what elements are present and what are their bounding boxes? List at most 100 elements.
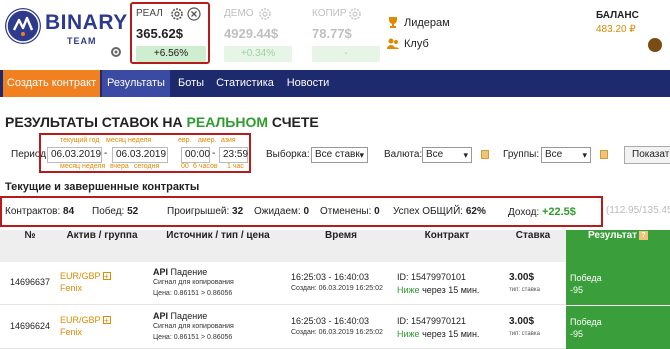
account-name: ДЕМО [224, 8, 254, 19]
col-result[interactable]: Результат? [566, 230, 670, 262]
row-contract-id: ID: 15479970101 [397, 272, 467, 282]
stat-income-breakdown: (112.95/135.45) [606, 205, 670, 216]
avatar-icon[interactable] [648, 38, 662, 52]
balance-label: БАЛАНС [596, 10, 639, 21]
row-contract-term: Ниже через 15 мин. [397, 285, 479, 295]
col-asset[interactable]: Актив / группа [52, 230, 152, 262]
row-group[interactable]: Fenix [60, 283, 82, 293]
date-to-input[interactable]: 06.03.2019 [112, 147, 168, 163]
balance-value: 483.20 ₽ [596, 24, 636, 35]
groups-select[interactable]: Все [541, 147, 591, 163]
account-balance: 365.62$ [136, 26, 183, 41]
row-price: Цена: 0.86151 > 0.86056 [153, 334, 233, 341]
date-from-input[interactable]: 06.03.2019 [47, 147, 102, 163]
result-label: Победа [570, 317, 602, 327]
quick-month[interactable]: месяц [106, 137, 126, 144]
sample-select[interactable]: Все ставк [311, 147, 368, 163]
table-row[interactable]: 14696637 EUR/GBP + Fenix API Падение Сигн… [0, 262, 670, 305]
quick-last-week[interactable]: неделя [82, 163, 105, 170]
nav-statistics[interactable]: Статистика [214, 70, 276, 97]
row-signal: Сигнал для копирования [153, 323, 234, 330]
account-change: - [312, 46, 380, 62]
row-contract-term: Ниже через 15 мин. [397, 329, 479, 339]
gear-icon[interactable] [170, 7, 184, 21]
quick-week[interactable]: неделя [128, 137, 151, 144]
account-demo[interactable]: ДЕМО 4929.44$ +0.34% [218, 4, 298, 62]
account-copy[interactable]: КОПИР 78.77$ - [306, 4, 386, 62]
nav-results[interactable]: Результаты [102, 70, 170, 97]
asset-name: EUR/GBP [60, 271, 101, 281]
row-created: Создан: 06.03.2019 16:25:02 [291, 329, 383, 336]
calendar-icon[interactable] [481, 150, 489, 159]
row-signal: Сигнал для копирования [153, 279, 234, 286]
quick-00[interactable]: 00 [181, 163, 189, 170]
result-value: -95 [570, 285, 584, 295]
stat-pending: Ожидаем: 0 [254, 206, 309, 217]
stat-label: Контрактов: [5, 206, 61, 217]
club-link[interactable]: Клуб [386, 35, 429, 53]
stat-value: 0 [374, 206, 380, 217]
header: BINARY TEAM РЕАЛ 365.62$ +6.56% ДЕМО 492… [0, 0, 670, 68]
row-stake: 3.00$ [509, 272, 535, 283]
table-row[interactable]: 14696624 EUR/GBP + Fenix API Падение Сигн… [0, 306, 670, 349]
col-source[interactable]: Источник / тип / цена [153, 230, 283, 262]
quick-6-hours[interactable]: 6 часов [193, 163, 218, 170]
account-name: РЕАЛ [136, 8, 163, 19]
col-result-label: Результат [587, 230, 638, 241]
quick-last-month[interactable]: месяц [60, 163, 80, 170]
nav-news[interactable]: Новости [280, 70, 336, 97]
stat-label: Побед: [92, 206, 125, 217]
time-to-input[interactable]: 23:59 [219, 147, 248, 163]
table-header: № Актив / группа Источник / тип / цена В… [0, 230, 670, 262]
col-contract[interactable]: Контракт [397, 230, 497, 262]
gear-icon[interactable] [258, 7, 272, 21]
stat-value: 84 [63, 206, 75, 217]
quick-today[interactable]: сегодня [134, 163, 159, 170]
section-title: Текущие и завершенные контракты [5, 181, 200, 193]
page-title-prefix: РЕЗУЛЬТАТЫ СТАВОК НА [5, 114, 187, 130]
account-change: +6.56% [136, 46, 206, 62]
leaders-link[interactable]: Лидерам [386, 14, 450, 32]
leaders-label: Лидерам [404, 17, 450, 29]
row-source: API Падение [153, 311, 207, 321]
row-asset[interactable]: EUR/GBP + [60, 271, 111, 281]
club-icon [387, 38, 399, 49]
row-contract-id: ID: 15479970121 [397, 316, 467, 326]
stat-value: +22.5$ [541, 206, 576, 218]
expand-icon[interactable]: + [102, 316, 111, 325]
time-from-input[interactable]: 00:00 [181, 147, 210, 163]
help-icon[interactable]: ? [639, 231, 649, 240]
col-stake[interactable]: Ставка [503, 230, 563, 262]
contract-expiry: через 15 мин. [422, 329, 480, 339]
brand-sub: TEAM [67, 36, 97, 46]
gear-icon[interactable] [348, 7, 362, 21]
quick-asia-session[interactable]: азия [221, 137, 236, 144]
account-real[interactable]: РЕАЛ 365.62$ +6.56% [130, 2, 210, 64]
calendar-icon[interactable] [600, 150, 608, 159]
nav-bots[interactable]: Боты [172, 70, 210, 97]
quick-current-year[interactable]: текущий год [60, 137, 99, 144]
quick-1-hour[interactable]: 1 час [227, 163, 244, 170]
row-asset[interactable]: EUR/GBP + [60, 315, 111, 325]
nav-create-contract[interactable]: Создать контракт [3, 70, 100, 97]
close-circle-icon[interactable] [187, 7, 201, 21]
quick-yesterday[interactable]: вчера [110, 163, 129, 170]
groups-label: Группы: [503, 149, 540, 160]
row-source: API Падение [153, 267, 207, 277]
col-time[interactable]: Время [291, 230, 391, 262]
logo[interactable]: BINARY TEAM [5, 6, 127, 60]
row-group[interactable]: Fenix [60, 327, 82, 337]
expand-icon[interactable]: + [102, 272, 111, 281]
col-number[interactable]: № [0, 230, 60, 262]
page-title-suffix: СЧЕТЕ [268, 114, 319, 130]
currency-select[interactable]: Все [422, 147, 472, 163]
quick-eur-session[interactable]: евр. [178, 137, 191, 144]
page-title-highlight: РЕАЛЬНОМ [186, 114, 269, 130]
gear-icon[interactable] [109, 45, 123, 59]
row-result: Победа -95 [566, 262, 670, 305]
quick-amer-session[interactable]: амер. [198, 137, 216, 144]
show-button[interactable]: Показат [624, 146, 670, 164]
stat-label: Успех ОБЩИЙ: [393, 206, 464, 217]
stat-label: Проигрышей: [167, 206, 230, 217]
stat-income: Доход: +22.5$ [508, 206, 576, 218]
